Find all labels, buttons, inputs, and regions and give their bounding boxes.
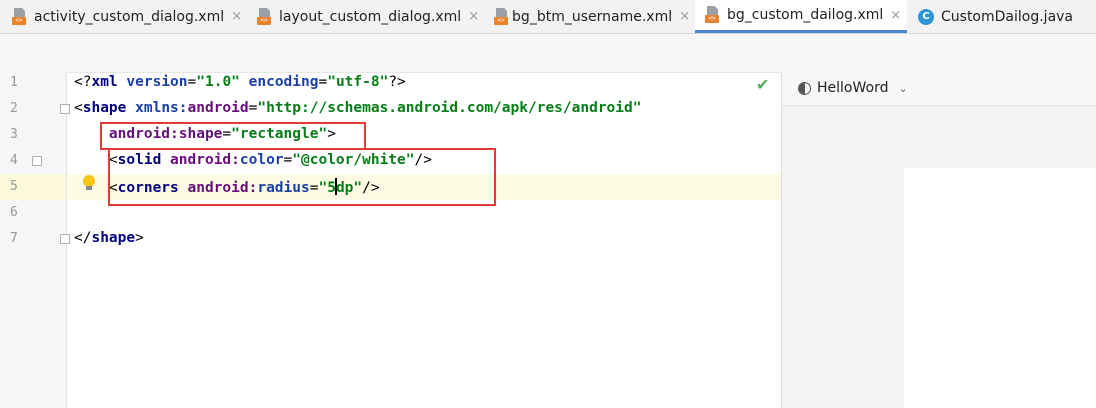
- tab-custom-dailog-java[interactable]: C CustomDailog.java: [912, 0, 1096, 33]
- xml-file-icon: <>: [494, 7, 508, 26]
- xml-file-icon: <>: [12, 7, 28, 26]
- chevron-down-icon: ⌄: [898, 81, 908, 95]
- bookmark-marker-icon[interactable]: [32, 156, 42, 166]
- theme-icon: [798, 81, 811, 95]
- line-number: 5: [10, 179, 18, 194]
- line-number: 6: [10, 205, 18, 220]
- theme-selector[interactable]: HelloWord ⌄: [798, 80, 908, 96]
- xml-file-icon: <>: [257, 7, 273, 26]
- lightbulb-icon[interactable]: [83, 175, 95, 190]
- fold-marker-icon[interactable]: [60, 234, 70, 244]
- tab-label: bg_btm_username.xml: [512, 8, 673, 25]
- tab-label: layout_custom_dialog.xml: [279, 8, 462, 25]
- line-number: 3: [10, 127, 18, 142]
- tab-label: CustomDailog.java: [941, 8, 1074, 25]
- line-number: 4: [10, 153, 18, 168]
- java-class-icon: C: [918, 8, 934, 25]
- check-icon[interactable]: ✔: [756, 75, 769, 94]
- close-tab-icon[interactable]: ×: [890, 8, 901, 23]
- line-number: 7: [10, 231, 18, 246]
- line-number: 1: [10, 75, 18, 90]
- tab-bg-custom-dailog[interactable]: <> bg_custom_dailog.xml ×: [695, 0, 907, 33]
- xml-file-icon: <>: [705, 6, 721, 24]
- preview-panel: HelloWord ⌄: [782, 72, 1096, 408]
- code-line-7[interactable]: </shape>: [74, 230, 144, 246]
- highlight-box-shape-attr: [100, 122, 366, 150]
- tab-label: activity_custom_dialog.xml: [34, 8, 225, 25]
- code-line-2[interactable]: <shape xmlns:android="http://schemas.and…: [74, 100, 641, 116]
- line-number: 2: [10, 101, 18, 116]
- editor-toolbar-strip: [0, 34, 1096, 73]
- highlight-box-solid-corners: [108, 148, 496, 206]
- close-tab-icon[interactable]: ×: [468, 9, 479, 24]
- fold-marker-icon[interactable]: [60, 104, 70, 114]
- close-tab-icon[interactable]: ×: [679, 9, 690, 24]
- tab-layout-custom-dialog[interactable]: <> layout_custom_dialog.xml ×: [253, 0, 483, 33]
- editor-tab-bar: <> activity_custom_dialog.xml × <> layou…: [0, 0, 1096, 34]
- tab-bg-btm-username[interactable]: <> bg_btm_username.xml ×: [490, 0, 690, 33]
- theme-label: HelloWord: [817, 80, 889, 96]
- code-line-1[interactable]: <?xml version="1.0" encoding="utf-8"?>: [74, 74, 406, 90]
- tab-label: bg_custom_dailog.xml: [727, 7, 884, 23]
- close-tab-icon[interactable]: ×: [231, 9, 242, 24]
- preview-toolbar: HelloWord ⌄: [782, 72, 1096, 106]
- shape-preview: [904, 168, 1096, 408]
- tab-activity-custom-dialog[interactable]: <> activity_custom_dialog.xml ×: [8, 0, 248, 33]
